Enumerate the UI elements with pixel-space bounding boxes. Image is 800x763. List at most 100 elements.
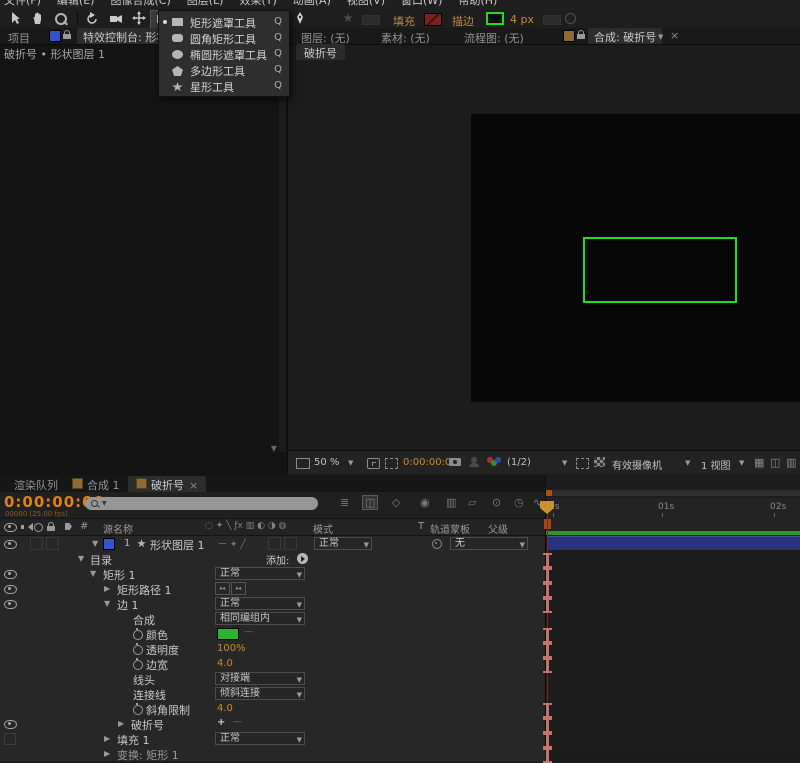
visibility-eye-icon[interactable]: [4, 540, 17, 549]
property-value[interactable]: 4.0: [217, 658, 233, 669]
mode-dropdown[interactable]: 正常▼: [215, 597, 305, 610]
adjustment-icon[interactable]: ▥: [446, 496, 456, 509]
grid-guides-icon[interactable]: [385, 458, 398, 469]
twirl-down-icon[interactable]: ▼: [104, 599, 110, 608]
menu-item-2[interactable]: 图像合成(C): [110, 0, 170, 7]
keyframe-ibeam-marker[interactable]: [543, 568, 552, 583]
channels-icon[interactable]: [487, 457, 501, 467]
fill-color-swatch[interactable]: [424, 13, 442, 26]
row-label[interactable]: 变换: 矩形 1: [117, 747, 179, 763]
left-panel-scrollbar[interactable]: [279, 62, 286, 452]
hand-tool-icon[interactable]: [31, 11, 49, 26]
comp-tab-close-icon[interactable]: ×: [670, 29, 679, 42]
property-value[interactable]: 100%: [217, 643, 246, 654]
path-direction-icon[interactable]: ↔: [231, 582, 246, 595]
stroke-color-swatch[interactable]: [486, 12, 504, 25]
menu-item-ellipse-tool[interactable]: 椭圆形遮罩工具Q: [159, 46, 289, 62]
draft-3d-icon[interactable]: ◇: [392, 496, 400, 509]
eraser-icon[interactable]: ▱: [468, 496, 476, 509]
index-column-header[interactable]: #: [80, 521, 88, 532]
keyframe-ibeam-marker[interactable]: [543, 733, 552, 748]
twirl-down-icon[interactable]: ▼: [92, 539, 98, 548]
camera-view-value[interactable]: 有效摄像机: [612, 457, 662, 472]
snapshot-camera-icon[interactable]: [449, 458, 461, 466]
timeline-tab-0[interactable]: 渲染队列: [6, 476, 66, 493]
region-icon[interactable]: [296, 458, 310, 469]
tab-footage[interactable]: 素材: (无): [381, 30, 430, 46]
keyframe-ibeam-marker[interactable]: [543, 643, 552, 658]
mode-dropdown[interactable]: 正常▼: [215, 732, 305, 745]
pixel-aspect-icon[interactable]: ▦: [754, 456, 764, 469]
timeline-track-area[interactable]: 0s01s02s: [545, 475, 800, 750]
trkmat-t-header[interactable]: T: [418, 521, 424, 532]
histogram-icon[interactable]: ▥: [786, 456, 796, 469]
camera-caret-icon[interactable]: ▼: [685, 459, 690, 467]
keyframe-ibeam-marker[interactable]: [543, 628, 552, 643]
visibility-eye-icon[interactable]: [4, 570, 17, 579]
star-option-icon[interactable]: [343, 13, 353, 23]
comp-name-subtab[interactable]: 破折号: [296, 44, 345, 60]
video-column-eye-icon[interactable]: [4, 523, 17, 532]
timeline-search-input[interactable]: ▼: [85, 497, 318, 510]
menu-item-7[interactable]: 窗口(W): [401, 0, 442, 7]
camera-tool-icon[interactable]: [109, 11, 127, 26]
property-value[interactable]: 4.0: [217, 703, 233, 714]
visibility-eye-icon[interactable]: [4, 585, 17, 594]
keyframe-ibeam-marker[interactable]: [543, 718, 552, 733]
twirl-right-icon[interactable]: ▶: [104, 734, 110, 743]
twirl-right-icon[interactable]: ▶: [118, 719, 124, 728]
menu-item-rrect-tool[interactable]: 圆角矩形工具Q: [159, 30, 289, 46]
menu-item-poly-tool[interactable]: 多边形工具Q: [159, 62, 289, 78]
label-column-icon[interactable]: [65, 523, 72, 530]
comp-shy-icon[interactable]: ≣: [340, 496, 349, 509]
keyframe-ibeam-marker[interactable]: [543, 703, 552, 718]
menu-item-star-tool[interactable]: 星形工具Q: [159, 78, 289, 94]
zoom-level-value[interactable]: 50 %: [314, 457, 339, 468]
frame-blend-icon[interactable]: ◫: [362, 495, 378, 510]
composition-viewport[interactable]: [471, 114, 800, 402]
timeline-tab-2[interactable]: 破折号×: [128, 476, 206, 493]
zoom-tool-icon[interactable]: [55, 13, 73, 28]
add-dash-button[interactable]: +: [217, 717, 225, 728]
visibility-eye-icon[interactable]: [4, 600, 17, 609]
menu-item-8[interactable]: 帮助(H): [458, 0, 497, 7]
safe-margins-icon[interactable]: [367, 458, 380, 469]
menu-item-6[interactable]: 视图(V): [347, 0, 385, 7]
zoom-caret-icon[interactable]: ▼: [348, 459, 353, 467]
property-dropdown[interactable]: 对接端▼: [215, 672, 305, 685]
property-dropdown[interactable]: 倾斜连接▼: [215, 687, 305, 700]
scroll-down-arrow-icon[interactable]: ▼: [271, 444, 277, 453]
region-of-interest-icon[interactable]: [576, 458, 589, 469]
exposure-icon[interactable]: ◫: [770, 456, 780, 469]
trkmat-column-header[interactable]: 轨道蒙板: [430, 521, 470, 536]
stopwatch-icon[interactable]: [133, 705, 143, 715]
layer-duration-bar[interactable]: [547, 536, 800, 550]
color-swatch[interactable]: [217, 628, 239, 640]
twirl-right-icon[interactable]: ▶: [104, 584, 110, 593]
brush-option-icon[interactable]: [362, 15, 380, 25]
visibility-checkbox[interactable]: [4, 733, 16, 745]
stopwatch-icon[interactable]: [133, 660, 143, 670]
audio-column-speaker-icon[interactable]: [24, 523, 33, 531]
tab-close-icon[interactable]: ×: [189, 479, 198, 492]
menu-items[interactable]: 文件(F)编辑(E)图像合成(C)图层(L)效果(T)动画(A)视图(V)窗口(…: [4, 0, 513, 8]
keyframe-ibeam-marker[interactable]: [543, 553, 552, 568]
stroke-label[interactable]: 描边: [452, 13, 474, 29]
menu-item-5[interactable]: 动画(A): [293, 0, 331, 7]
mode-dropdown[interactable]: 正常▼: [215, 567, 305, 580]
auto-keyframe-icon[interactable]: ◷: [514, 496, 524, 509]
resolution-value[interactable]: (1/2): [507, 457, 531, 468]
parent-pickwhip-icon[interactable]: [432, 539, 442, 549]
menu-item-3[interactable]: 图层(L): [187, 0, 224, 7]
tab-composition[interactable]: 合成: 破折号: [588, 28, 662, 44]
timeline-tab-1[interactable]: 合成 1: [64, 476, 128, 493]
navigator-cti[interactable]: [546, 490, 552, 496]
add-menu-button[interactable]: [297, 553, 308, 564]
stopwatch-icon[interactable]: [133, 630, 143, 640]
lock-column-icon[interactable]: [47, 526, 55, 531]
keyframe-ibeam-marker[interactable]: [543, 658, 552, 673]
solo-column-icon[interactable]: [34, 523, 43, 532]
stopwatch-icon[interactable]: [133, 645, 143, 655]
pen-tool-icon[interactable]: [293, 11, 311, 26]
tab-flowchart[interactable]: 流程图: (无): [464, 30, 524, 46]
